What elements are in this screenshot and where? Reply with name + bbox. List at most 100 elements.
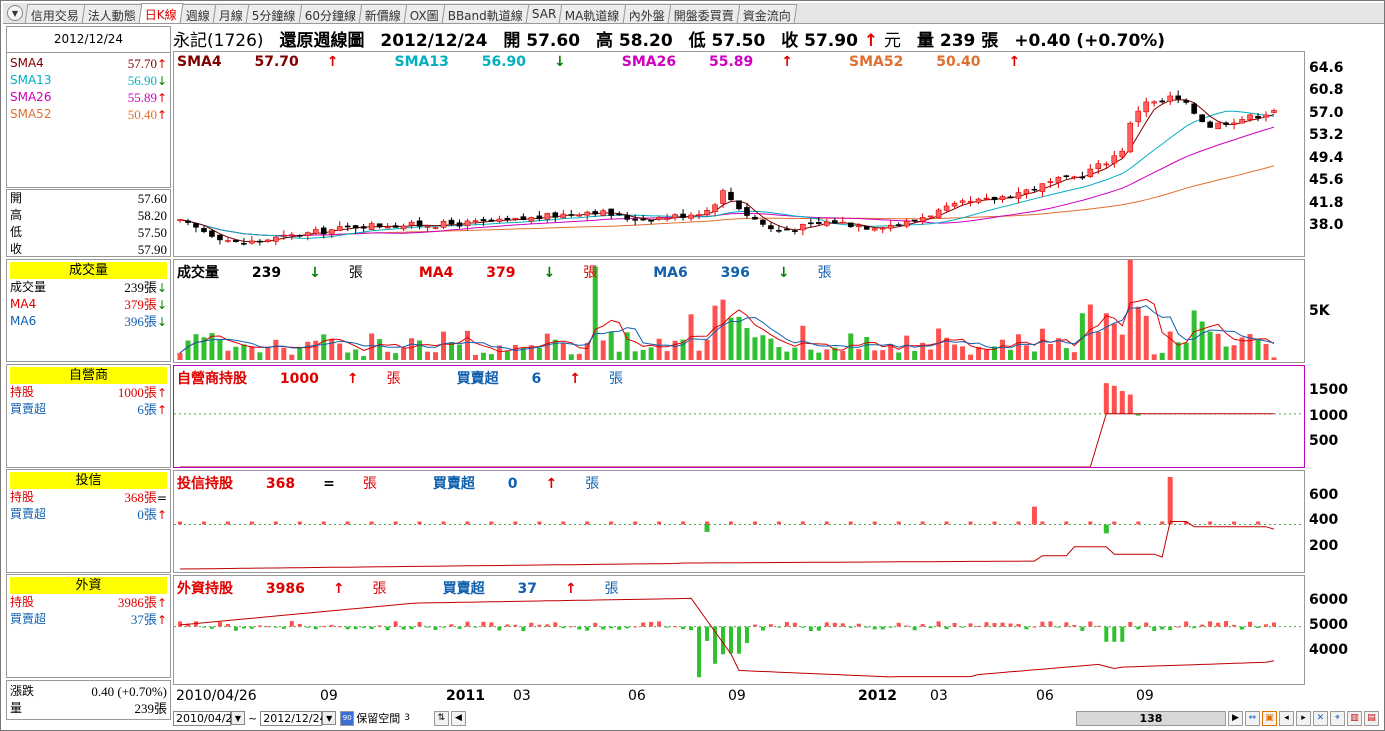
- price-legend-name: SMA26: [621, 54, 677, 70]
- foreign-net-bar: [848, 626, 853, 628]
- print-icon[interactable]: ▤: [1363, 710, 1379, 726]
- candle-body: [895, 224, 902, 226]
- volume-bar: [1231, 345, 1237, 360]
- tab-13[interactable]: 開盤委買賣: [667, 4, 741, 23]
- x-tick-label: 09: [728, 688, 746, 704]
- sma-arrow-icon: ↑: [156, 91, 167, 105]
- vol_legend-unit: 張: [817, 265, 832, 281]
- tab-2[interactable]: 日K線: [138, 3, 184, 23]
- tab-5[interactable]: 5分鐘線: [245, 4, 302, 23]
- trust-panel[interactable]: 投信持股 368 = 張 買賣超 0 ↑ 張: [173, 470, 1305, 573]
- tab-3[interactable]: 週線: [179, 4, 217, 23]
- foreign-panel[interactable]: 外資持股 3986 ↑ 張 買賣超 37 ↑ 張: [173, 575, 1305, 685]
- start-date-select[interactable]: 2010/04/26: [173, 710, 239, 726]
- foreign-net-bar: [1088, 621, 1093, 627]
- candle-body: [544, 213, 551, 220]
- tab-12[interactable]: 內外盤: [622, 4, 672, 23]
- foreign-net-bar: [1080, 626, 1085, 631]
- dealer-legend: 自營商持股 1000 ↑ 張 買賣超 6 ↑ 張: [177, 368, 679, 388]
- tab-10[interactable]: SAR: [525, 4, 563, 23]
- dealer-header: 自營商: [10, 367, 167, 384]
- volume-bar: [928, 349, 934, 360]
- tab-6[interactable]: 60分鐘線: [298, 4, 363, 23]
- foreign-net-bar: [449, 624, 454, 627]
- x-tick-label: 03: [513, 688, 531, 704]
- foreign-net-bar: [641, 622, 646, 627]
- price-y-axis: 64.6 60.8 57.0 53.2 49.4 45.6 41.8 38.0: [1307, 51, 1382, 257]
- candle-body: [1151, 101, 1158, 104]
- trust-net-bar: [1160, 521, 1165, 525]
- info-date: 2012/12/24: [7, 27, 170, 53]
- keep-space-toggle-icon[interactable]: 90: [340, 710, 355, 726]
- end-date-select[interactable]: 2012/12/24: [260, 710, 327, 726]
- foreign-net-bar: [377, 625, 382, 627]
- candle-body: [488, 219, 495, 222]
- candle-body: [608, 208, 615, 216]
- candle-body: [1055, 177, 1062, 184]
- trust-net-bar: [704, 524, 710, 532]
- tab-11[interactable]: MA軌道線: [558, 4, 627, 23]
- price-legend-value: 50.40: [936, 54, 981, 70]
- foreign-net-bar: [305, 626, 310, 628]
- volume-bar: [472, 354, 478, 360]
- scroll-right-icon[interactable]: ▶: [1227, 710, 1243, 726]
- scroll-left-icon[interactable]: ◀: [450, 710, 466, 726]
- title-open: 開 57.60: [503, 31, 580, 51]
- keep-space-value[interactable]: 3: [404, 713, 410, 723]
- trust-net-bar: [681, 521, 686, 525]
- tab-1[interactable]: 法人動態: [81, 4, 143, 23]
- volume-panel[interactable]: 成交量 239 ↓ 張 MA4 379 ↓ 張 MA6 396 ↓ 張: [173, 259, 1305, 363]
- scroll-thumb[interactable]: 138: [1075, 710, 1226, 726]
- dealer_legend-value: 1000: [279, 371, 319, 387]
- foreign-net-bar: [784, 622, 789, 627]
- foreign-net-bar: [888, 626, 893, 628]
- price-panel[interactable]: SMA4 57.70 ↑ SMA13 56.90 ↓ SMA26 55.89 ↑ SMA52…: [173, 51, 1305, 257]
- chart-bars-icon[interactable]: ▥: [1346, 710, 1362, 726]
- tab-7[interactable]: 新價線: [358, 4, 408, 23]
- menu-dropdown-icon[interactable]: ▼: [7, 5, 23, 21]
- title-high: 高 58.20: [596, 31, 673, 51]
- dealer-panel[interactable]: 自營商持股 1000 ↑ 張 買賣超 6 ↑ 張: [173, 365, 1305, 468]
- expand-icon[interactable]: ✕: [1312, 710, 1328, 726]
- tab-0[interactable]: 信用交易: [24, 4, 86, 23]
- tab-8[interactable]: OX圖: [403, 4, 446, 23]
- zoom-in-icon[interactable]: ⇔: [1244, 710, 1260, 726]
- foreign-net-bar: [633, 626, 638, 628]
- candle-body: [504, 217, 511, 221]
- volume-bar: [760, 335, 766, 360]
- candle-body: [847, 222, 854, 228]
- volume-bar: [385, 351, 391, 360]
- volume-bar: [1263, 343, 1269, 360]
- vol_legend-value: 239: [251, 265, 282, 281]
- sma-name: SMA52: [10, 107, 52, 121]
- dealer_legend-name: 買賣超: [456, 371, 499, 387]
- foreign_legend-unit: 張: [372, 581, 387, 597]
- zoom-spin-icon[interactable]: ⇅: [433, 710, 449, 726]
- candle-body: [943, 205, 950, 211]
- candle-body: [360, 226, 367, 229]
- tab-4[interactable]: 月線: [212, 4, 250, 23]
- volume-arrow-icon: ↓: [156, 281, 167, 295]
- foreign-net-bar: [465, 621, 470, 627]
- trust-value-wrap: 0張↑: [137, 506, 167, 523]
- shrink-icon[interactable]: ⌖: [1329, 710, 1345, 726]
- foreign-info-box: 外資 持股 3986張↑ 買賣超 37張↑: [6, 574, 171, 678]
- volume-bar: [608, 331, 614, 360]
- price-legend-arrow-icon: ↓: [554, 54, 566, 70]
- move-right-icon[interactable]: ▸: [1295, 710, 1311, 726]
- candle-body: [464, 220, 471, 226]
- move-left-icon[interactable]: ◂: [1278, 710, 1294, 726]
- start-date-dropdown-icon[interactable]: ▼: [231, 711, 245, 725]
- trust-row: 持股 368張=: [7, 489, 170, 506]
- volume-bar: [257, 352, 263, 360]
- foreign-net-bar: [768, 624, 773, 627]
- end-date-dropdown-icon[interactable]: ▼: [322, 711, 337, 725]
- volume-label: MA4: [10, 297, 37, 311]
- period-icon[interactable]: ▣: [1261, 710, 1277, 726]
- candle-body: [193, 223, 199, 228]
- sma-arrow-icon: ↓: [156, 74, 167, 88]
- trust-net-bar: [225, 521, 230, 525]
- tab-9[interactable]: BBand軌道線: [441, 4, 530, 23]
- volume-bar: [776, 347, 782, 360]
- tab-14[interactable]: 資金流向: [736, 4, 798, 23]
